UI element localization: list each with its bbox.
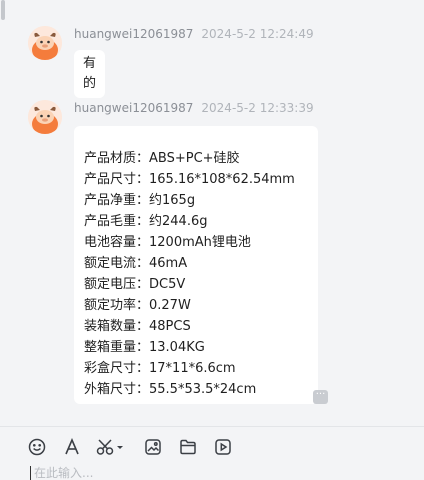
spec-line-power: 额定功率：0.27W — [84, 298, 191, 313]
spec-line-net-weight: 产品净重：约165g — [84, 193, 196, 208]
scrollbar-thumb[interactable] — [1, 0, 5, 20]
spec-line-box-size: 彩盒尺寸：17*11*6.6cm — [84, 361, 236, 376]
composer-divider — [0, 426, 424, 427]
spec-line-carton-weight: 整箱重量：13.04KG — [84, 340, 205, 355]
more-options-button[interactable]: ··· — [313, 390, 328, 404]
text-caret — [30, 466, 31, 480]
spec-line-material: 产品材质：ABS+PC+硅胶 — [84, 151, 240, 166]
message-time: 2024-5-2 12:24:49 — [201, 27, 314, 41]
message-input-placeholder: 在此输入... — [34, 466, 94, 480]
spec-line-gross-weight: 产品毛重：约244.6g — [84, 214, 208, 229]
font-icon[interactable] — [61, 436, 83, 458]
scissors-icon[interactable] — [96, 436, 126, 458]
sender-name[interactable]: huangwei12061987 — [74, 101, 193, 115]
image-icon[interactable] — [142, 436, 164, 458]
avatar[interactable] — [28, 26, 62, 60]
message-time: 2024-5-2 12:33:39 — [201, 101, 314, 115]
folder-icon[interactable] — [177, 436, 199, 458]
message-bubble[interactable]: 产品材质：ABS+PC+硅胶 产品尺寸：165.16*108*62.54mm 产… — [74, 126, 318, 404]
chat-scrollbar[interactable] — [0, 0, 6, 418]
spec-line-current: 额定电流：46mA — [84, 256, 188, 271]
spec-line-battery: 电池容量：1200mAh锂电池 — [84, 235, 251, 250]
spec-line-carton-size: 外箱尺寸：55.5*53.5*24cm — [84, 382, 257, 397]
video-icon[interactable] — [212, 436, 234, 458]
emoji-icon[interactable] — [26, 436, 48, 458]
spec-line-size: 产品尺寸：165.16*108*62.54mm — [84, 172, 295, 187]
avatar[interactable] — [28, 100, 62, 134]
sender-name[interactable]: huangwei12061987 — [74, 27, 193, 41]
message-meta: huangwei12061987 2024-5-2 12:24:49 — [74, 26, 314, 42]
message-meta: huangwei12061987 2024-5-2 12:33:39 — [74, 100, 314, 116]
message-input[interactable]: 在此输入... — [30, 466, 93, 480]
message-bubble[interactable]: 有的 — [74, 50, 106, 98]
spec-line-voltage: 额定电压：DC5V — [84, 277, 186, 292]
spec-line-pack-qty: 装箱数量：48PCS — [84, 319, 191, 334]
